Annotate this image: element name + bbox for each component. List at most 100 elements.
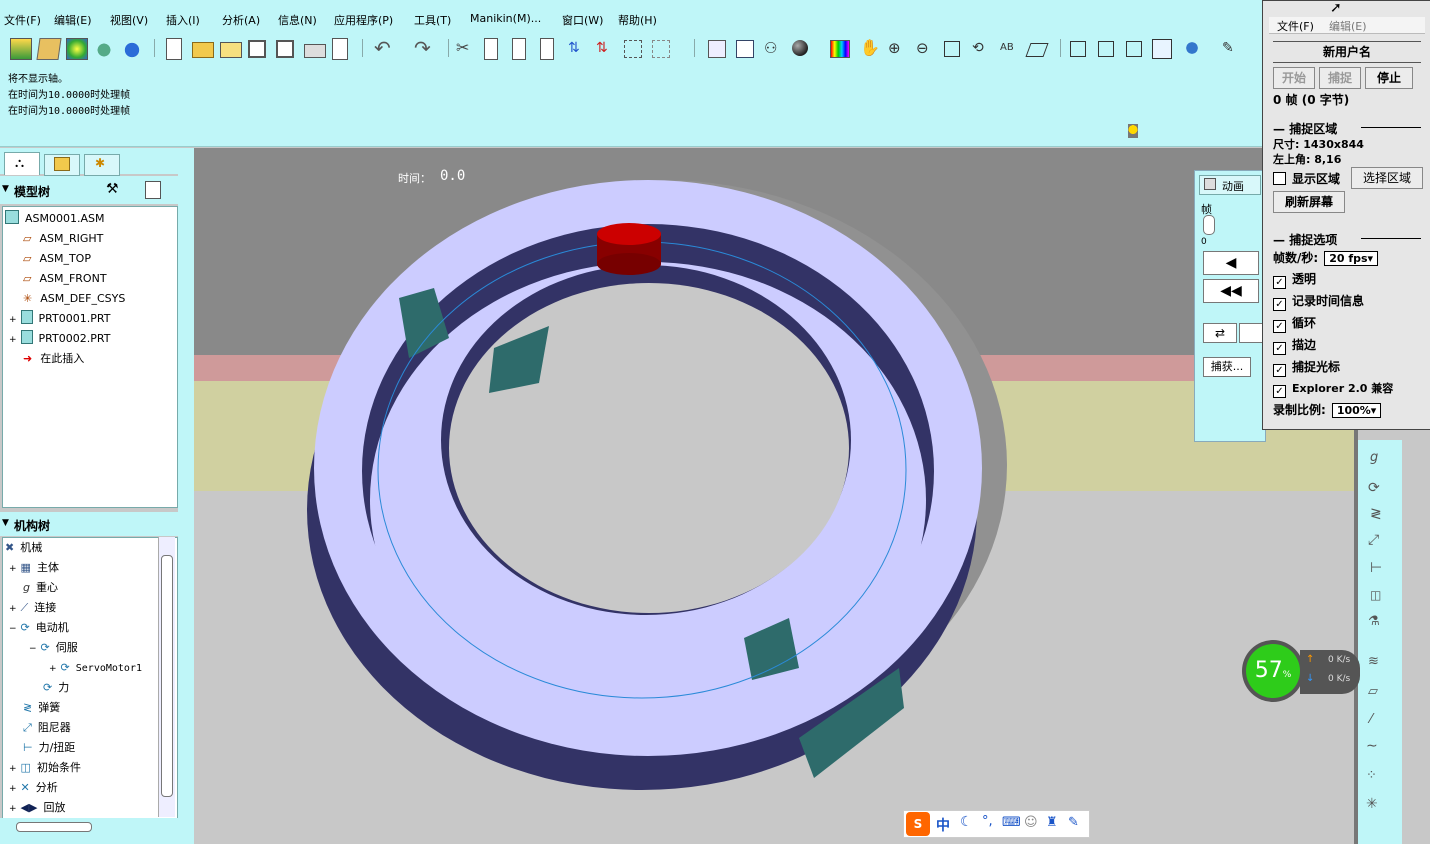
model-tree-toggle-icon[interactable] (1182, 38, 1202, 58)
expand-icon[interactable]: + (9, 784, 17, 794)
spring-tool-icon[interactable]: ≷ (1370, 506, 1382, 522)
stop-button[interactable]: 停止 (1365, 67, 1413, 89)
save-copy-icon[interactable] (276, 40, 294, 58)
expand-icon[interactable]: + (9, 764, 17, 774)
paste-icon[interactable] (512, 38, 526, 60)
spin-center-icon[interactable]: AB (1000, 38, 1020, 58)
show-area-checkbox[interactable] (1273, 172, 1286, 185)
fps-select[interactable]: 20 fps▾ (1324, 251, 1379, 266)
mech-item-force-torque[interactable]: ⊢ 力/扭距 (23, 739, 75, 757)
print-icon[interactable] (304, 44, 326, 58)
mech-item-connections[interactable]: + ⟋ 连接 (9, 599, 56, 617)
expand-icon[interactable]: + (9, 604, 17, 614)
annotation-icon[interactable]: ✎ (1222, 38, 1242, 58)
loop-checkbox[interactable]: ✓ (1273, 320, 1286, 333)
refresh-screen-button[interactable]: 刷新屏幕 (1273, 191, 1345, 213)
axis-tool-icon[interactable]: ⁄ (1370, 712, 1372, 727)
ime-mode[interactable]: 中 (936, 815, 950, 835)
light-bulb-icon[interactable] (1128, 124, 1138, 138)
show-menu-icon[interactable] (145, 181, 161, 199)
hidden-line-icon[interactable] (1098, 41, 1114, 57)
paste-special-icon[interactable] (540, 38, 554, 60)
display-style-icon[interactable] (10, 38, 32, 60)
mech-item-playback[interactable]: + ◀▶ 回放 (9, 799, 65, 817)
transparent-checkbox[interactable]: ✓ (1273, 276, 1286, 289)
menu-view[interactable]: 视图(V) (110, 12, 148, 28)
tree-item-insert-here[interactable]: ➜ 在此插入 (23, 350, 84, 368)
animation-title-bar[interactable]: 动画 (1199, 175, 1261, 195)
layers-icon[interactable] (708, 40, 726, 58)
analysis-tool-icon[interactable]: ≋ (1368, 654, 1379, 669)
csys-tool-icon[interactable]: ✳ (1366, 796, 1378, 812)
tree-item-asm-right[interactable]: ▱ ASM_RIGHT (23, 230, 103, 248)
ime-toolbar[interactable]: S 中 ☾ °, ⌨ ☺ ♜ ✎ (903, 810, 1090, 838)
expand-icon[interactable]: + (9, 804, 17, 814)
hscroll-thumb[interactable] (16, 822, 92, 832)
regen-manager-icon[interactable]: ⇅ (596, 38, 616, 58)
scrollbar-thumb[interactable] (161, 555, 173, 797)
step-back-button[interactable]: ◀ (1203, 251, 1259, 275)
sogou-logo-icon[interactable]: S (906, 812, 930, 836)
opt-explorer[interactable]: ✓ Explorer 2.0 兼容 (1273, 380, 1393, 398)
horizontal-scrollbar[interactable] (0, 818, 178, 844)
wireframe-icon[interactable] (1070, 41, 1086, 57)
settings-tools-icon[interactable]: ⚒ (106, 181, 119, 197)
capture-title-bar[interactable] (1263, 1, 1430, 15)
initial-condition-tool-icon[interactable]: ◫ (1370, 588, 1381, 602)
menu-insert[interactable]: 插入(I) (166, 12, 200, 28)
capture-menu-edit[interactable]: 编辑(E) (1329, 18, 1367, 34)
punctuation-icon[interactable]: °, (982, 814, 993, 829)
shaded-icon[interactable] (1152, 39, 1172, 59)
mech-item-servo[interactable]: − ⟳ 伺服 (29, 639, 78, 657)
loop-button[interactable]: ⇄ (1203, 323, 1237, 343)
send-mail-icon[interactable] (332, 38, 348, 60)
mech-item-initial-conditions[interactable]: + ◫ 初始条件 (9, 759, 81, 777)
mech-tree-scrollbar[interactable] (158, 537, 175, 817)
menu-analysis[interactable]: 分析(A) (222, 12, 260, 28)
color-palette-icon[interactable] (830, 40, 850, 58)
collapse-icon[interactable]: − (9, 624, 17, 634)
moon-icon[interactable]: ☾ (960, 814, 973, 830)
mech-item-bodies[interactable]: + ▦ 主体 (9, 559, 59, 577)
undo-icon[interactable]: ↶ (374, 38, 394, 58)
render-icon[interactable] (122, 38, 142, 58)
plane-tool-icon[interactable]: ▱ (1368, 684, 1378, 699)
damper-tool-icon[interactable]: ⤢ (1368, 532, 1379, 548)
mass-props-tool-icon[interactable]: ⚗ (1368, 614, 1380, 629)
network-speed-widget[interactable]: 57% ↑ 0 K/s ↓ 0 K/s (1242, 640, 1360, 702)
mech-item-gravity[interactable]: g 重心 (23, 579, 58, 597)
open-folder-icon[interactable] (192, 42, 214, 58)
mech-item-springs[interactable]: ≷ 弹簧 (23, 699, 60, 717)
opt-border[interactable]: ✓ 描边 (1273, 336, 1316, 355)
cut-icon[interactable]: ✂ (456, 38, 476, 58)
tab-folder-browser[interactable] (44, 154, 80, 176)
expand-icon[interactable]: + (9, 315, 17, 325)
plane-display-icon[interactable] (1025, 43, 1049, 57)
curve-tool-icon[interactable]: ∼ (1366, 738, 1378, 754)
reorient-icon[interactable]: ⟲ (972, 38, 992, 58)
mech-item-dampers[interactable]: ⤢ 阻尼器 (23, 719, 71, 737)
open-dir-icon[interactable] (220, 42, 242, 58)
mech-item-mechanism[interactable]: ✖ 机械 (5, 539, 42, 557)
capture-start-button[interactable]: 捕捉 (1319, 67, 1361, 89)
menu-tools[interactable]: 工具(T) (414, 12, 451, 28)
zoom-in-icon[interactable]: ⊕ (888, 38, 908, 58)
rewind-button[interactable]: ◀◀ (1203, 279, 1259, 303)
expand-icon[interactable]: + (9, 564, 17, 574)
menu-edit[interactable]: 编辑(E) (54, 12, 92, 28)
capture-cursor-checkbox[interactable]: ✓ (1273, 364, 1286, 377)
scene-icon[interactable] (94, 38, 114, 58)
start-button[interactable]: 开始 (1273, 67, 1315, 89)
graphics-viewport[interactable]: 时间： 0.0 (194, 148, 1358, 844)
tree-item-asm-top[interactable]: ▱ ASM_TOP (23, 250, 91, 268)
mech-item-force-motor[interactable]: ⟳ 力 (43, 679, 69, 697)
collapse-arrow-icon[interactable]: ▼ (2, 518, 9, 528)
menu-window[interactable]: 窗口(W) (562, 12, 603, 28)
saved-view-icon[interactable] (36, 38, 62, 60)
zoom-out-icon[interactable]: ⊖ (916, 38, 936, 58)
opt-transparent[interactable]: ✓ 透明 (1273, 270, 1316, 289)
shading-sphere-icon[interactable] (792, 40, 808, 56)
skin-icon[interactable]: ♜ (1046, 815, 1058, 830)
expand-icon[interactable]: + (49, 664, 57, 674)
gravity-tool-icon[interactable]: g (1370, 450, 1378, 465)
